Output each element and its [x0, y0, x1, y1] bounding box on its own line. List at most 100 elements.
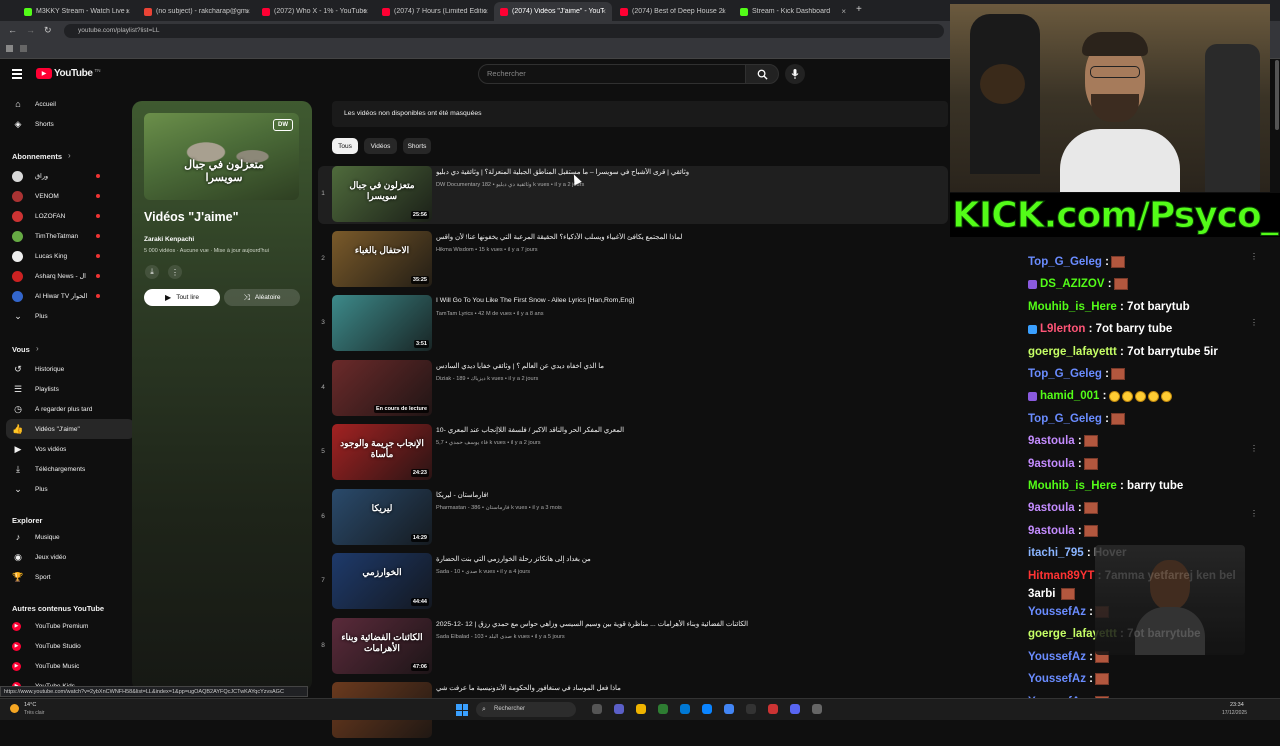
page-scrollbar[interactable]: [1275, 60, 1279, 130]
task-view-icon[interactable]: [592, 704, 602, 714]
filter-chip[interactable]: Tous: [332, 138, 358, 154]
video-thumbnail[interactable]: 3:51: [332, 295, 432, 351]
apps-icon[interactable]: [20, 45, 27, 52]
video-title[interactable]: من بغداد إلى هانكاتز رحلة الخوارزمي التي…: [436, 555, 856, 563]
sidebar-item[interactable]: 🏆 Sport: [0, 567, 128, 587]
video-title[interactable]: لماذا المجتمع يكافئ الأغبياء ويسلب الأذك…: [436, 233, 856, 241]
chat-menu-icon[interactable]: ⋮: [1250, 318, 1258, 327]
download-icon[interactable]: ⤓: [145, 265, 159, 279]
sidebar-item[interactable]: ⌄ Plus: [0, 479, 128, 499]
video-row[interactable]: 1 متعزلون في جبال سويسرا 25:56 وثائقي | قرى…: [318, 166, 948, 224]
subscription-item[interactable]: LOZOFAN: [0, 206, 128, 226]
excel-icon[interactable]: [658, 704, 668, 714]
chat-username[interactable]: Mouhib_is_Here: [1028, 301, 1117, 313]
video-channel[interactable]: TamTam Lyrics: [436, 311, 473, 317]
chat-username[interactable]: 9astoula: [1028, 458, 1075, 470]
sidebar-item[interactable]: ↺ Historique: [0, 359, 128, 379]
video-thumbnail[interactable]: الإنجاب جريمة والوجود مأساة 24:23: [332, 424, 432, 480]
teams-icon[interactable]: [614, 704, 624, 714]
app-icon[interactable]: [768, 704, 778, 714]
chat-username[interactable]: YoussefAz: [1028, 606, 1086, 618]
tab-close-icon[interactable]: ×: [601, 7, 606, 16]
chat-menu-icon[interactable]: ⋮: [1250, 509, 1258, 518]
start-icon[interactable]: [456, 704, 468, 716]
video-row[interactable]: 6 ليريكا 14:29 فارماستان - ليريكا! Pharmasta…: [318, 488, 948, 553]
terminal-icon[interactable]: [812, 704, 822, 714]
chrome-icon[interactable]: [724, 704, 734, 714]
tab-close-icon[interactable]: ×: [363, 7, 368, 16]
subscriptions-heading[interactable]: Abonnements: [12, 152, 62, 161]
chat-username[interactable]: 9astoula: [1028, 502, 1075, 514]
sidebar-item[interactable]: ⌄ Plus: [0, 306, 128, 326]
video-thumbnail[interactable]: الخوارزمي 44:44: [332, 553, 432, 609]
filter-chip[interactable]: Vidéos: [364, 138, 397, 154]
video-row[interactable]: 5 الإنجاب جريمة والوجود مأساة 24:23 المعري …: [318, 424, 948, 488]
sidebar-item[interactable]: ☰ Playlists: [0, 379, 128, 399]
video-thumbnail[interactable]: الكائنات الفضائية وبناء الأهرامات 47:06: [332, 617, 432, 674]
browser-tab[interactable]: (2074) Best of Deep House 20 ×: [614, 2, 732, 21]
chat-username[interactable]: DS_AZIZOV: [1040, 278, 1105, 290]
chat-username[interactable]: Hitman89YT: [1028, 570, 1094, 582]
sidebar-item[interactable]: 👍 Vidéos "J'aime": [6, 419, 134, 439]
browser-tab[interactable]: (2074) 7 Hours (Limited Edition ×: [376, 2, 494, 21]
subscription-item[interactable]: Lucas King: [0, 246, 128, 266]
subscription-item[interactable]: وراق: [0, 166, 128, 186]
reload-icon[interactable]: ↻: [44, 25, 52, 36]
discord-icon[interactable]: [790, 704, 800, 714]
browser-tab[interactable]: (2072) Who X - 1% - YouTube ×: [256, 2, 374, 21]
video-title[interactable]: الكائنات الفضائية وبناء الأهرامات ... من…: [436, 620, 856, 628]
capture-icon[interactable]: [746, 704, 756, 714]
chat-username[interactable]: itachi_795: [1028, 547, 1084, 559]
chat-username[interactable]: Top_G_Geleg: [1028, 368, 1102, 380]
video-thumbnail[interactable]: ليريكا 14:29: [332, 488, 432, 545]
chat-username[interactable]: YoussefAz: [1028, 651, 1086, 663]
file-explorer-icon[interactable]: [636, 704, 646, 714]
chat-username[interactable]: Top_G_Geleg: [1028, 256, 1102, 268]
chat-menu-icon[interactable]: ⋮: [1250, 252, 1258, 261]
chat-username[interactable]: L9lerton: [1040, 323, 1085, 335]
youtube-app-item[interactable]: ▶ YouTube Studio: [0, 636, 128, 656]
chat-username[interactable]: YoussefAz: [1028, 673, 1086, 685]
sidebar-item[interactable]: ◈ Shorts: [0, 114, 128, 134]
youtube-app-item[interactable]: ▶ YouTube Premium: [0, 616, 128, 636]
youtube-logo[interactable]: ▶ YouTube TN: [36, 68, 101, 79]
tab-close-icon[interactable]: ×: [245, 7, 250, 16]
sidebar-item[interactable]: ♪ Musique: [0, 527, 128, 547]
subscription-item[interactable]: VENOM: [0, 186, 128, 206]
forward-icon[interactable]: →: [26, 25, 35, 35]
taskbar-search[interactable]: ⌕ Rechercher: [476, 702, 576, 717]
search-button[interactable]: [745, 64, 779, 84]
video-thumbnail[interactable]: متعزلون في جبال سويسرا 25:56: [332, 166, 432, 222]
voice-search-button[interactable]: [785, 64, 805, 84]
chat-username[interactable]: 3arbi: [1028, 588, 1056, 600]
sidebar-item[interactable]: ◷ À regarder plus tard: [0, 399, 128, 419]
chat-username[interactable]: Top_G_Geleg: [1028, 413, 1102, 425]
shuffle-button[interactable]: ⤨ Aléatoire: [224, 289, 300, 306]
tab-close-icon[interactable]: ×: [721, 7, 726, 16]
chat-username[interactable]: 9astoula: [1028, 525, 1075, 537]
video-title[interactable]: ماذا فعل الموساد في سنغافور والحكومة الأ…: [436, 684, 856, 692]
chat-username[interactable]: goerge_lafayettt: [1028, 346, 1117, 358]
browser-tab[interactable]: (2074) Vidéos "J'aime" - YouTu ×: [494, 2, 612, 21]
search-input[interactable]: Rechercher: [478, 64, 746, 84]
video-title[interactable]: المعري المفكر الحر والناقد الاكبر / فلسف…: [436, 426, 856, 434]
address-bar[interactable]: youtube.com/playlist?list=LL: [64, 24, 944, 38]
sidebar-item[interactable]: ▶ Vos vidéos: [0, 439, 128, 459]
playlist-cover[interactable]: DW متعزلون في جبال سويسرا: [144, 113, 299, 200]
chat-username[interactable]: Mouhib_is_Here: [1028, 480, 1117, 492]
store-icon[interactable]: [702, 704, 712, 714]
more-options-icon[interactable]: ⋮: [168, 265, 182, 279]
video-row[interactable]: 3 3:51 I Will Go To You Like The First Sno…: [318, 295, 948, 359]
browser-tab[interactable]: M3KKY Stream - Watch Live on ×: [18, 2, 136, 21]
browser-tab[interactable]: Stream - Kick Dashboard ×: [734, 2, 852, 21]
video-row[interactable]: 2 الاحتفال بالغباء 35:25 لماذا المجتمع يكاف…: [318, 230, 948, 295]
new-tab-button[interactable]: +: [856, 4, 862, 15]
sidebar-item[interactable]: ⤓ Téléchargements: [0, 459, 128, 479]
chat-username[interactable]: hamid_001: [1040, 390, 1099, 402]
bookmark-icon[interactable]: [6, 45, 13, 52]
chat-menu-icon[interactable]: ⋮: [1250, 444, 1258, 453]
youtube-app-item[interactable]: ▶ YouTube Music: [0, 656, 128, 676]
video-title[interactable]: فارماستان - ليريكا!: [436, 491, 856, 499]
video-channel[interactable]: Hikma Wisdom: [436, 247, 474, 253]
menu-icon[interactable]: [12, 69, 22, 79]
